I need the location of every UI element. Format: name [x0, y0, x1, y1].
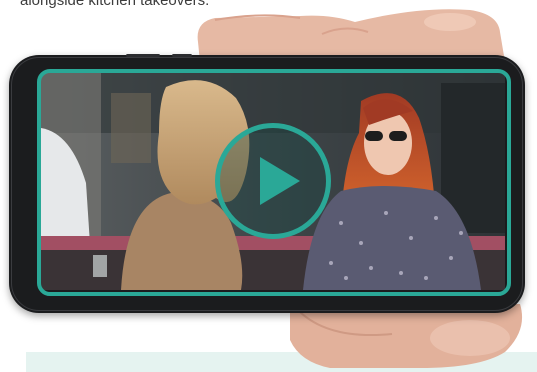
play-icon [260, 157, 300, 205]
play-button[interactable] [215, 123, 331, 239]
phone-side-button [126, 54, 160, 57]
phone-side-button [172, 54, 192, 57]
